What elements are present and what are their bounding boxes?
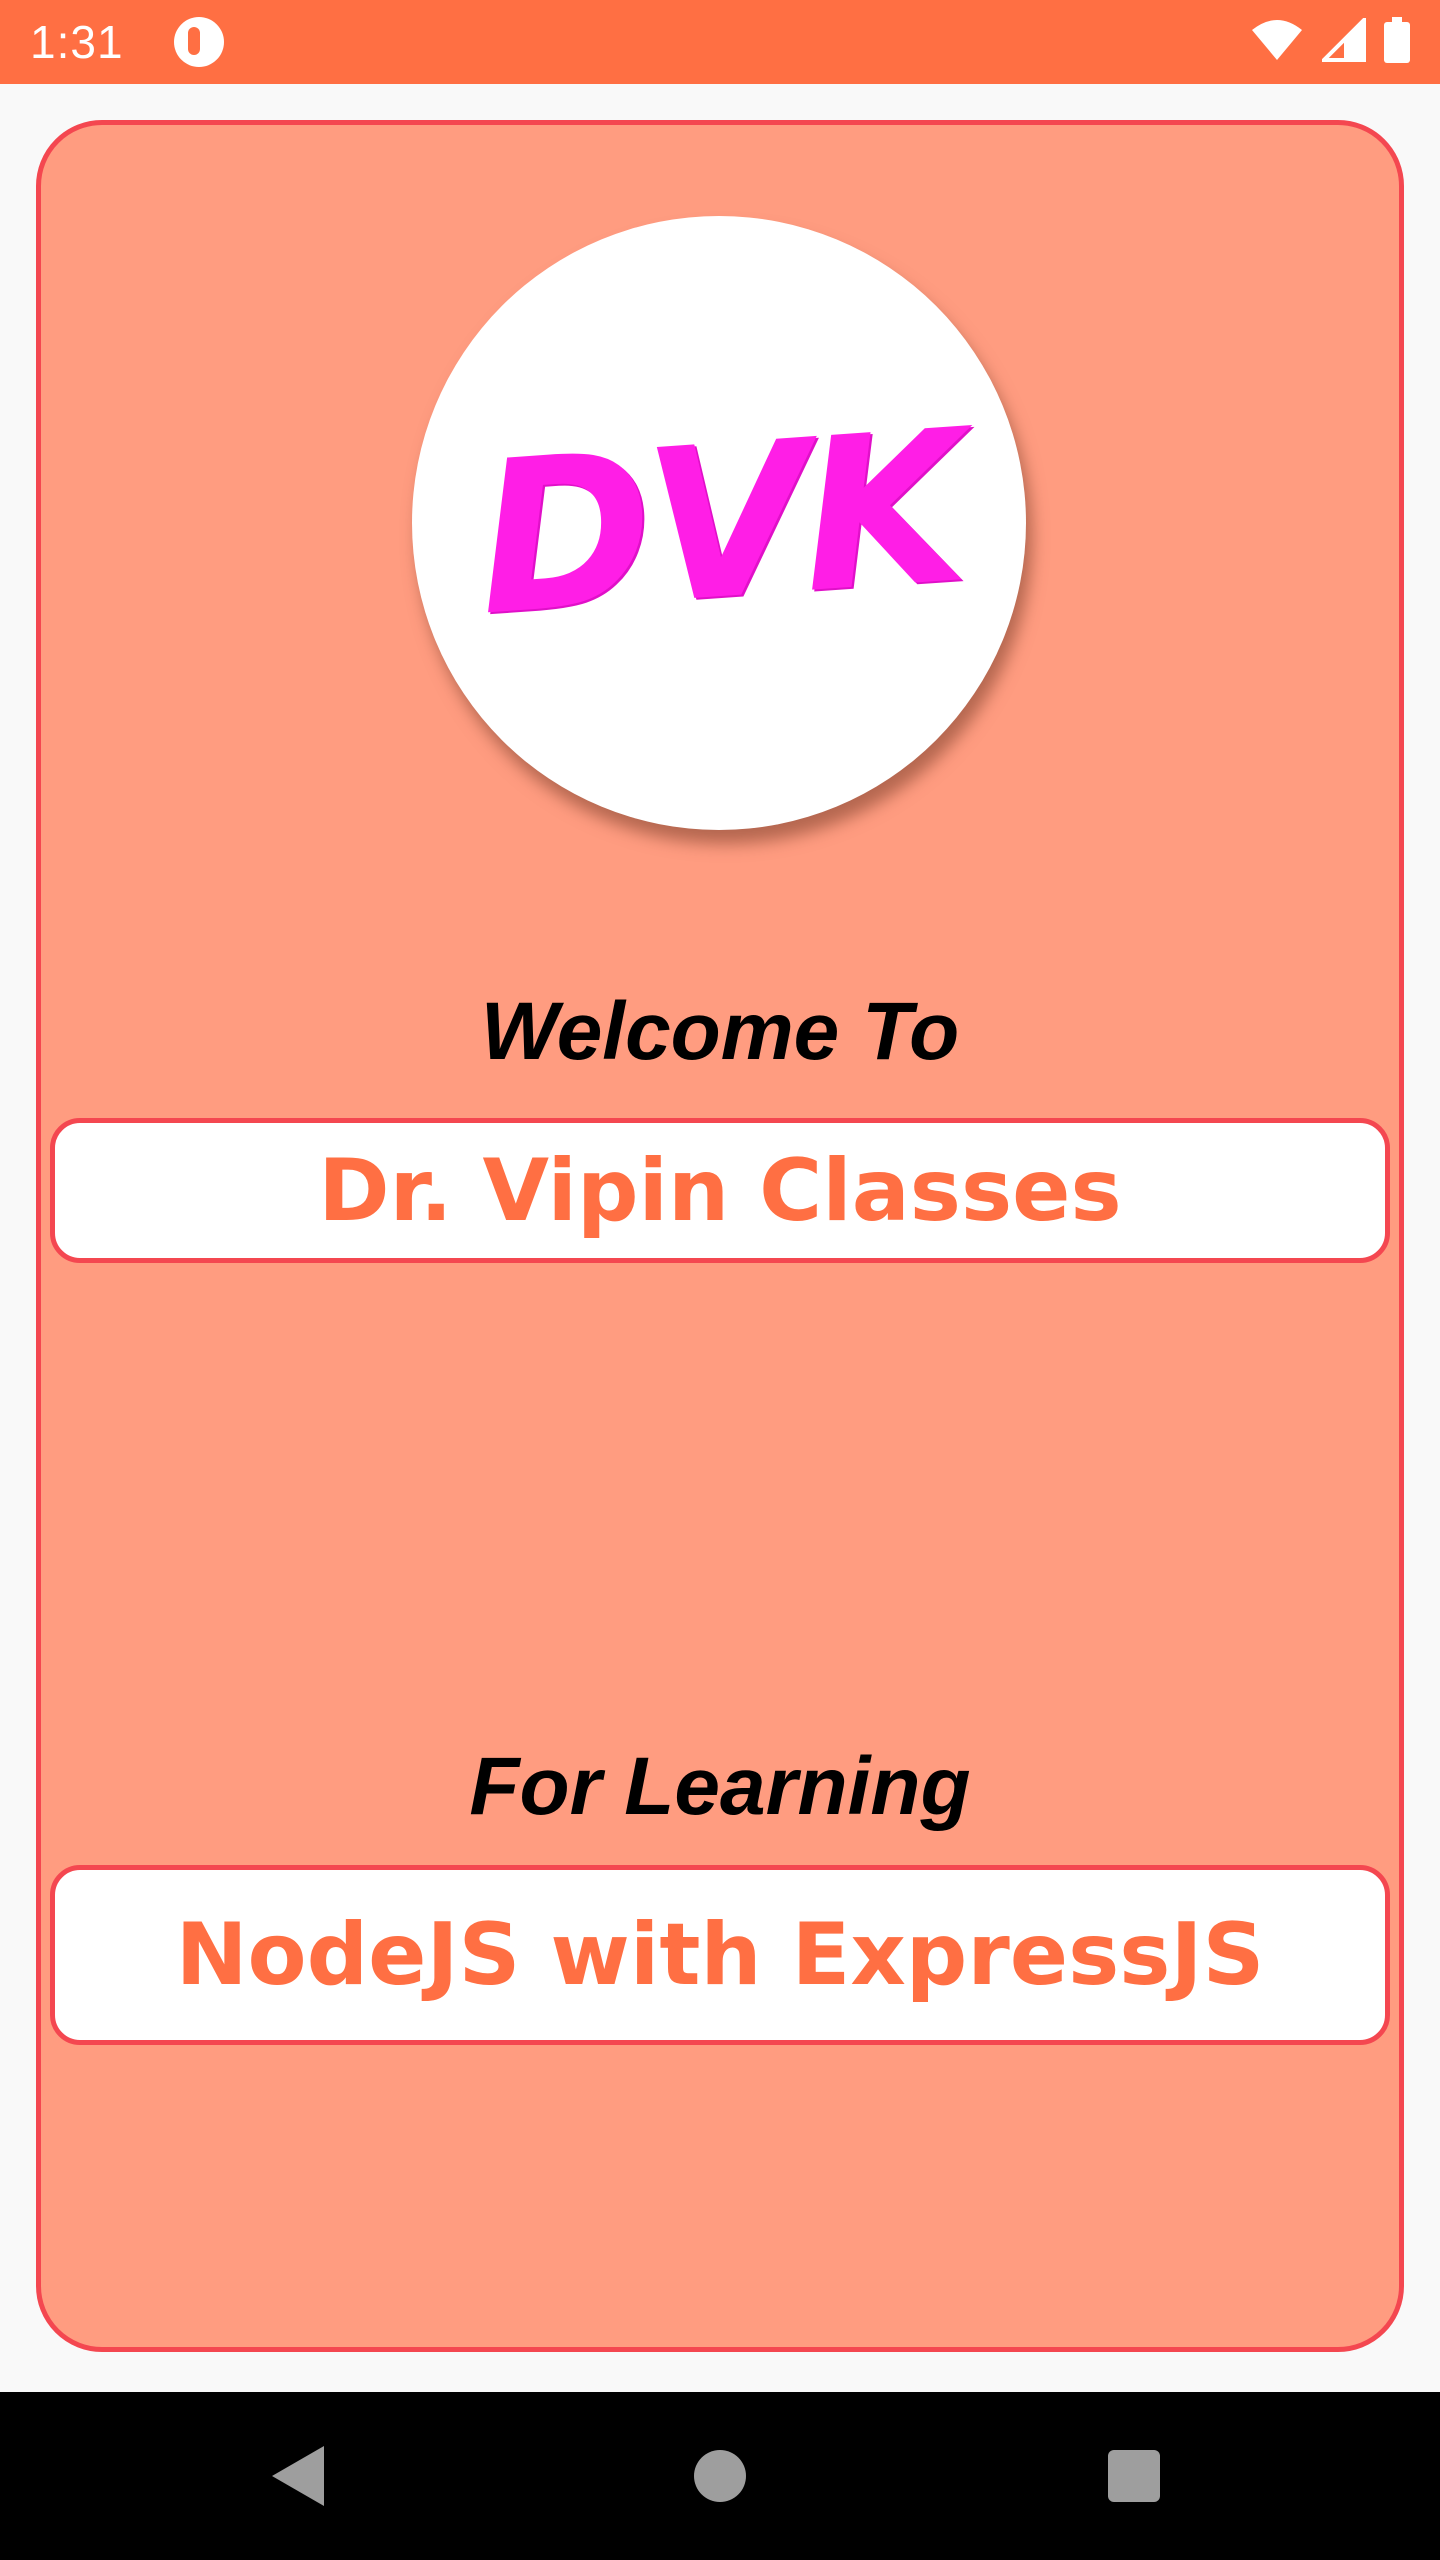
status-bar: 1:31: [0, 0, 1440, 84]
status-time: 1:31: [30, 16, 124, 68]
cellular-signal-icon: [1319, 14, 1366, 67]
institute-name-box: Dr. Vipin Classes: [50, 1118, 1390, 1263]
home-icon[interactable]: [694, 2450, 746, 2502]
battery-icon: [1384, 16, 1410, 68]
learning-heading: For Learning: [469, 1741, 971, 1832]
status-icons: [1250, 14, 1410, 68]
course-name: NodeJS with ExpressJS: [175, 1905, 1265, 2005]
dvk-logo: DVK: [412, 216, 1026, 830]
institute-name: Dr. Vipin Classes: [318, 1140, 1122, 1241]
wifi-icon: [1250, 18, 1304, 67]
notification-app-icon: [173, 17, 224, 67]
welcome-heading: Welcome To: [480, 986, 960, 1077]
back-icon[interactable]: [272, 2446, 324, 2506]
recents-icon[interactable]: [1108, 2450, 1160, 2502]
navigation-bar: [0, 2392, 1440, 2560]
course-name-box: NodeJS with ExpressJS: [50, 1865, 1390, 2045]
logo-text: DVK: [470, 384, 968, 662]
